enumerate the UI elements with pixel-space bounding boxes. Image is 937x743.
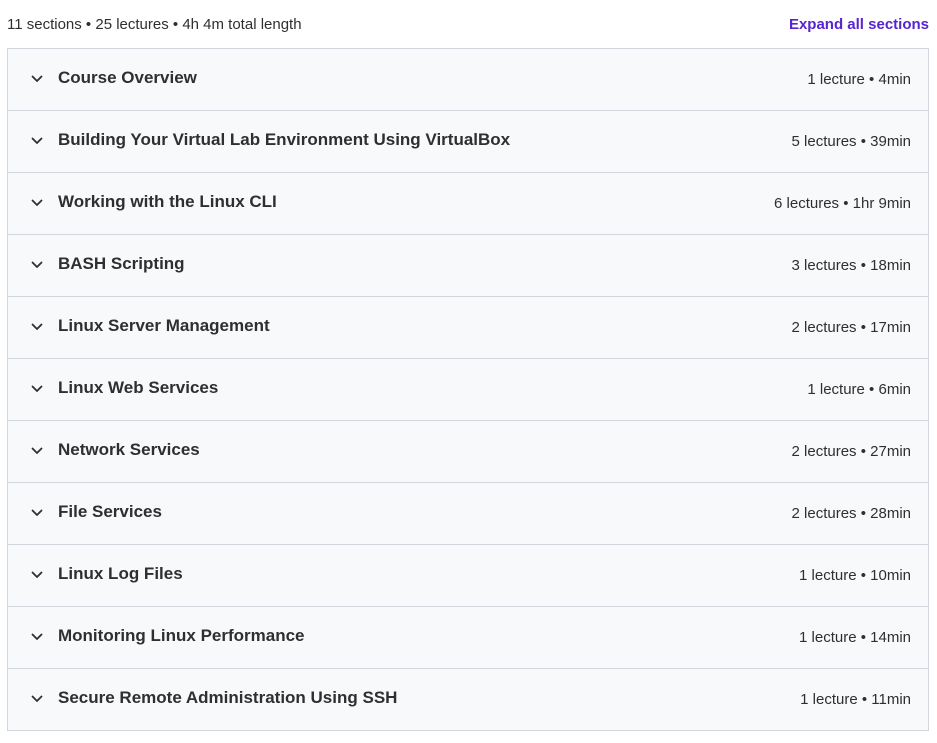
section-meta: 1 lecture • 11min [800, 691, 911, 708]
section-title: BASH Scripting [58, 253, 185, 273]
section-meta: 3 lectures • 18min [791, 257, 911, 274]
section-meta: 1 lecture • 14min [799, 629, 911, 646]
chevron-down-icon [30, 134, 44, 148]
section-header-file-services[interactable]: File Services 2 lectures • 28min [8, 483, 928, 545]
section-title: Network Services [58, 439, 200, 459]
section-title: Secure Remote Administration Using SSH [58, 687, 398, 707]
section-header-network-services[interactable]: Network Services 2 lectures • 27min [8, 421, 928, 483]
section-title: File Services [58, 501, 162, 521]
section-title: Working with the Linux CLI [58, 191, 277, 211]
chevron-down-icon [30, 444, 44, 458]
section-header-log-files[interactable]: Linux Log Files 1 lecture • 10min [8, 545, 928, 607]
section-meta: 6 lectures • 1hr 9min [774, 195, 911, 212]
section-title: Linux Web Services [58, 377, 219, 397]
chevron-down-icon [30, 196, 44, 210]
section-header-web-services[interactable]: Linux Web Services 1 lecture • 6min [8, 359, 928, 421]
course-content: 11 sections • 25 lectures • 4h 4m total … [0, 0, 937, 743]
expand-all-sections-button[interactable]: Expand all sections [789, 16, 929, 33]
chevron-down-icon [30, 382, 44, 396]
section-header-course-overview[interactable]: Course Overview 1 lecture • 4min [8, 49, 928, 111]
section-title: Course Overview [58, 67, 197, 87]
section-title: Linux Log Files [58, 563, 183, 583]
section-meta: 2 lectures • 27min [791, 443, 911, 460]
chevron-down-icon [30, 72, 44, 86]
section-header-server-management[interactable]: Linux Server Management 2 lectures • 17m… [8, 297, 928, 359]
chevron-down-icon [30, 506, 44, 520]
chevron-down-icon [30, 320, 44, 334]
section-title: Building Your Virtual Lab Environment Us… [58, 129, 511, 149]
section-header-secure-remote-ssh[interactable]: Secure Remote Administration Using SSH 1… [8, 669, 928, 731]
section-meta: 2 lectures • 17min [791, 319, 911, 336]
course-summary-text: 11 sections • 25 lectures • 4h 4m total … [7, 15, 302, 33]
chevron-down-icon [30, 630, 44, 644]
section-title: Monitoring Linux Performance [58, 625, 305, 645]
chevron-down-icon [30, 692, 44, 706]
chevron-down-icon [30, 568, 44, 582]
chevron-down-icon [30, 258, 44, 272]
section-meta: 5 lectures • 39min [791, 133, 911, 150]
section-header-linux-cli[interactable]: Working with the Linux CLI 6 lectures • … [8, 173, 928, 235]
course-summary-bar: 11 sections • 25 lectures • 4h 4m total … [7, 0, 929, 48]
section-header-bash-scripting[interactable]: BASH Scripting 3 lectures • 18min [8, 235, 928, 297]
section-header-virtual-lab[interactable]: Building Your Virtual Lab Environment Us… [8, 111, 928, 173]
section-header-monitoring-performance[interactable]: Monitoring Linux Performance 1 lecture •… [8, 607, 928, 669]
section-meta: 2 lectures • 28min [791, 505, 911, 522]
section-title: Linux Server Management [58, 315, 270, 335]
section-meta: 1 lecture • 6min [807, 381, 911, 398]
section-meta: 1 lecture • 10min [799, 567, 911, 584]
section-meta: 1 lecture • 4min [807, 71, 911, 88]
sections-list: Course Overview 1 lecture • 4min Buildin… [7, 48, 929, 731]
